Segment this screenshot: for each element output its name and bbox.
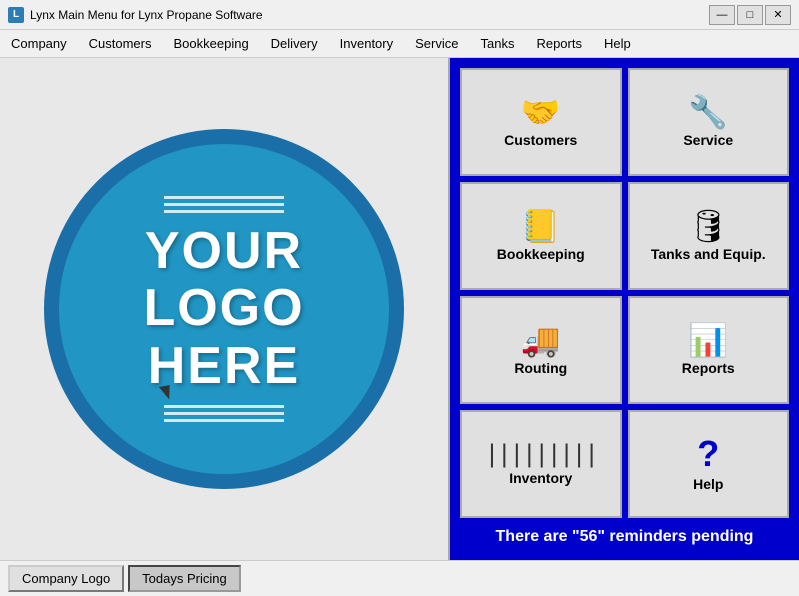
- reports-button[interactable]: 📊 Reports: [628, 296, 790, 404]
- customers-label: Customers: [504, 132, 577, 148]
- logo-bottom-lines: [164, 405, 284, 422]
- app-icon: L: [8, 7, 24, 23]
- logo-outer-circle: YOUR LOGO HERE: [44, 129, 404, 489]
- tanks-icon: 🛢: [688, 210, 729, 242]
- main-content: YOUR LOGO HERE 🤝 Customers: [0, 58, 799, 560]
- inventory-label: Inventory: [509, 470, 572, 486]
- help-button[interactable]: ? Help: [628, 410, 790, 518]
- reminders-text: There are "56" reminders pending: [460, 518, 789, 550]
- menu-bookkeeping[interactable]: Bookkeeping: [163, 30, 260, 57]
- menu-bar: Company Customers Bookkeeping Delivery I…: [0, 30, 799, 58]
- tanks-button[interactable]: 🛢 Tanks and Equip.: [628, 182, 790, 290]
- logo-line-6: [164, 419, 284, 422]
- menu-reports[interactable]: Reports: [525, 30, 593, 57]
- routing-icon: 🚚: [521, 324, 561, 356]
- bookkeeping-label: Bookkeeping: [497, 246, 585, 262]
- service-button[interactable]: 🔧 Service: [628, 68, 790, 176]
- logo-top-lines: [164, 196, 284, 213]
- help-icon: ?: [697, 436, 719, 472]
- todays-pricing-button[interactable]: Todays Pricing: [128, 565, 241, 592]
- menu-help[interactable]: Help: [593, 30, 642, 57]
- right-panel: 🤝 Customers 🔧 Service 📒 Bookkeeping 🛢 Ta…: [450, 58, 799, 560]
- grid-buttons: 🤝 Customers 🔧 Service 📒 Bookkeeping 🛢 Ta…: [460, 68, 789, 518]
- minimize-button[interactable]: —: [709, 5, 735, 25]
- menu-delivery[interactable]: Delivery: [260, 30, 329, 57]
- logo-line-5: [164, 412, 284, 415]
- menu-tanks[interactable]: Tanks: [469, 30, 525, 57]
- logo-panel: YOUR LOGO HERE: [0, 58, 450, 560]
- tanks-label: Tanks and Equip.: [651, 246, 766, 262]
- customers-icon: 🤝: [521, 96, 561, 128]
- close-button[interactable]: ✕: [765, 5, 791, 25]
- title-bar: L Lynx Main Menu for Lynx Propane Softwa…: [0, 0, 799, 30]
- logo-line-2: [164, 203, 284, 206]
- cursor: [159, 385, 172, 401]
- routing-label: Routing: [514, 360, 567, 376]
- maximize-button[interactable]: □: [737, 5, 763, 25]
- company-logo-button[interactable]: Company Logo: [8, 565, 124, 592]
- bottom-bar: Company Logo Todays Pricing: [0, 560, 799, 596]
- menu-service[interactable]: Service: [404, 30, 469, 57]
- menu-inventory[interactable]: Inventory: [329, 30, 404, 57]
- logo-text: YOUR LOGO HERE: [143, 223, 304, 395]
- reports-icon: 📊: [688, 324, 728, 356]
- menu-customers[interactable]: Customers: [78, 30, 163, 57]
- window-title: Lynx Main Menu for Lynx Propane Software: [30, 8, 709, 22]
- logo-line-logo: LOGO: [143, 280, 304, 337]
- reports-label: Reports: [682, 360, 735, 376]
- routing-button[interactable]: 🚚 Routing: [460, 296, 622, 404]
- service-label: Service: [683, 132, 733, 148]
- menu-company[interactable]: Company: [0, 30, 78, 57]
- logo-line-your: YOUR: [143, 223, 304, 280]
- help-label: Help: [693, 476, 723, 492]
- bookkeeping-button[interactable]: 📒 Bookkeeping: [460, 182, 622, 290]
- logo-line-1: [164, 196, 284, 199]
- service-icon: 🔧: [688, 96, 728, 128]
- bookkeeping-icon: 📒: [521, 210, 561, 242]
- customers-button[interactable]: 🤝 Customers: [460, 68, 622, 176]
- window-controls: — □ ✕: [709, 5, 791, 25]
- logo-line-4: [164, 405, 284, 408]
- logo-line-3: [164, 210, 284, 213]
- inventory-button[interactable]: ||||||||| Inventory: [460, 410, 622, 518]
- inventory-icon: |||||||||: [485, 442, 597, 466]
- logo-inner-circle: YOUR LOGO HERE: [59, 144, 389, 474]
